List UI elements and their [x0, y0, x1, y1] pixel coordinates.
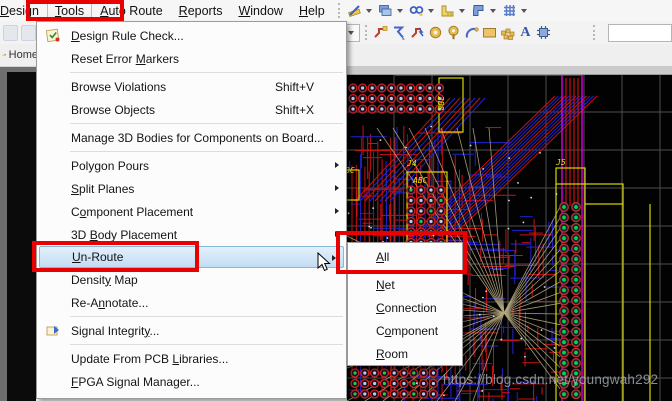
menu-separator [70, 72, 343, 73]
menu-item-density-map[interactable]: Density Map [37, 268, 346, 291]
tab-home[interactable]: Home [0, 49, 38, 62]
watermark-url: https://blog.csdn.net/youngwah292 [443, 372, 658, 387]
menu-auto-route[interactable]: Auto Route [92, 2, 171, 20]
submenu-arrow-icon [335, 231, 339, 237]
submenu-item-connection[interactable]: Connection [348, 296, 462, 319]
tab-home-label: Home [9, 49, 38, 61]
menu-item-un-route[interactable]: Un-Route [39, 246, 344, 268]
home-icon [2, 49, 6, 62]
menu-reports[interactable]: Reports [171, 2, 231, 20]
toolbar-separator [365, 25, 367, 40]
menu-item-browse-violations[interactable]: Browse Violations Shift+V [37, 75, 346, 98]
place-fill-icon[interactable] [481, 24, 497, 41]
place-component-icon[interactable] [536, 24, 552, 41]
menu-separator [70, 344, 343, 345]
altium-pcb-editor-window: J4 ABC J5 BC 3B8 https://blog.csdn.net/y… [0, 0, 672, 401]
menu-item-update-from-pcb-libraries[interactable]: Update From PCB Libraries... [37, 347, 346, 370]
grid-dropdown-caret[interactable] [521, 9, 527, 13]
place-pad-icon[interactable] [427, 24, 443, 41]
menu-design[interactable]: Design [0, 2, 47, 20]
shortcut-label: Shift+V [275, 80, 340, 94]
submenu-arrow-icon [335, 208, 339, 214]
pcb-designator-j4: J4 [407, 159, 417, 168]
drc-icon [45, 27, 61, 43]
shortcut-label: Shift+X [275, 103, 340, 117]
place-arc-icon[interactable] [463, 24, 479, 41]
place-array-icon[interactable] [499, 24, 515, 41]
plane-icon[interactable] [470, 2, 487, 19]
paste-icon-disabled [21, 25, 36, 41]
find-icon[interactable] [408, 2, 425, 19]
pcb-top-strip [347, 66, 672, 75]
submenu-item-room[interactable]: Room [348, 342, 462, 365]
layers-dropdown-caret[interactable] [397, 9, 403, 13]
submenu-arrow-icon [332, 255, 336, 261]
measure-dropdown-caret[interactable] [366, 9, 372, 13]
menu-separator [374, 270, 459, 271]
menu-window[interactable]: Window [230, 2, 290, 20]
menu-separator [70, 123, 343, 124]
menu-tools[interactable]: Tools [47, 2, 92, 20]
multi-routing-icon[interactable] [409, 24, 425, 41]
menu-item-signal-integrity[interactable]: Signal Integrity... [37, 319, 346, 342]
pcb-label-abc: ABC [413, 176, 427, 185]
grid-icon[interactable] [501, 2, 518, 19]
submenu-item-component[interactable]: Component [348, 319, 462, 342]
submenu-item-net[interactable]: Net [348, 273, 462, 296]
board-ruler-icon[interactable] [439, 2, 456, 19]
place-via-icon[interactable] [445, 24, 461, 41]
board-ruler-dropdown-caret[interactable] [459, 9, 465, 13]
menu-separator [70, 151, 343, 152]
tools-menu-popup: Design Rule Check... Reset Error Markers… [36, 21, 347, 399]
unroute-submenu-popup: All Net Connection Component Room [347, 242, 463, 366]
toolbar-separator [338, 3, 340, 18]
menu-item-3d-body-placement[interactable]: 3D Body Placement [37, 223, 346, 246]
menu-item-reset-error-markers[interactable]: Reset Error Markers [37, 47, 346, 70]
find-dropdown-caret[interactable] [428, 9, 434, 13]
layers-icon[interactable] [377, 2, 394, 19]
left-panel [0, 66, 36, 401]
pcb-designator-j5: J5 [556, 158, 566, 167]
copy-icon-disabled [3, 25, 18, 41]
menu-item-manage-3d-bodies[interactable]: Manage 3D Bodies for Components on Board… [37, 126, 346, 149]
menu-help[interactable]: Help [291, 2, 333, 20]
menu-item-browse-objects[interactable]: Browse Objects Shift+X [37, 98, 346, 121]
net-routing-icon[interactable] [391, 24, 407, 41]
interactive-routing-icon[interactable] [373, 24, 389, 41]
menu-bar: Design Tools Auto Route Reports Window H… [0, 0, 672, 22]
toolbar-separator [593, 25, 595, 40]
submenu-arrow-icon [335, 185, 339, 191]
toolbar-combobox[interactable] [608, 24, 672, 42]
menu-item-fpga-signal-manager[interactable]: FPGA Signal Manager... [37, 370, 346, 393]
menu-item-split-planes[interactable]: Split Planes [37, 177, 346, 200]
pcb-designator-3b8: 3B8 [436, 96, 445, 110]
measure-icon[interactable] [346, 2, 363, 19]
menu-item-re-annotate[interactable]: Re-Annotate... [37, 291, 346, 314]
signal-integrity-icon [45, 322, 61, 338]
menu-item-polygon-pours[interactable]: Polygon Pours [37, 154, 346, 177]
plane-dropdown-caret[interactable] [490, 9, 496, 13]
submenu-arrow-icon [335, 162, 339, 168]
place-string-icon[interactable]: A [517, 24, 533, 41]
submenu-item-all[interactable]: All [348, 245, 462, 268]
menu-item-design-rule-check[interactable]: Design Rule Check... [37, 24, 346, 47]
menu-item-component-placement[interactable]: Component Placement [37, 200, 346, 223]
menu-separator [70, 316, 343, 317]
